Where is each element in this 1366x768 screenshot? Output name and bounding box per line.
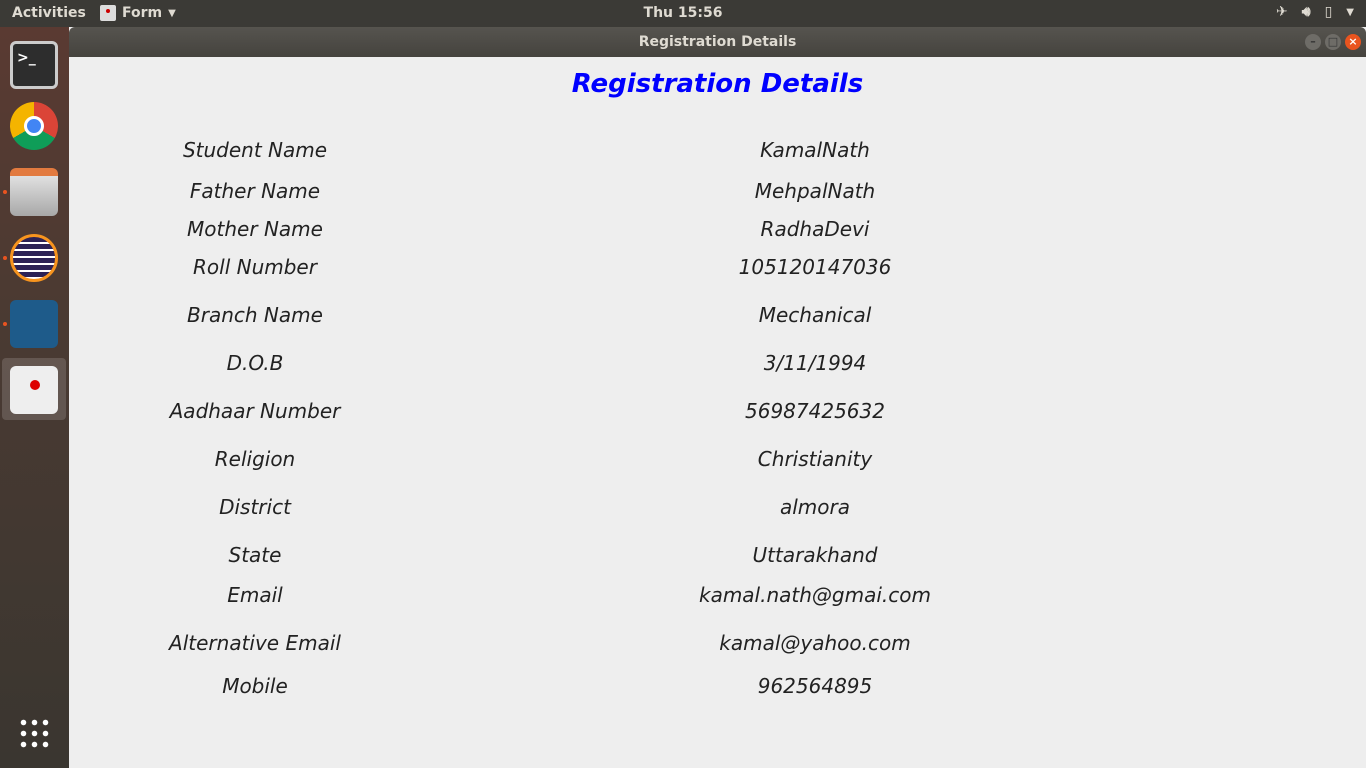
field-label: Student Name (182, 138, 328, 162)
field-label: Email (227, 583, 283, 607)
field-label: Alternative Email (169, 631, 341, 655)
terminal-icon[interactable]: >_ (10, 41, 58, 89)
field-value: 105120147036 (738, 255, 892, 279)
field-label: Mobile (222, 674, 288, 698)
battery-icon: ▯ (1324, 4, 1333, 20)
java-app-icon (100, 5, 116, 21)
minimize-button[interactable]: – (1305, 34, 1321, 50)
field-label: Branch Name (187, 303, 323, 327)
field-value: kamal.nath@gmai.com (698, 583, 931, 607)
field-label: D.O.B (226, 351, 284, 375)
field-value: 56987425632 (745, 399, 885, 423)
java-form-icon[interactable] (10, 366, 58, 414)
close-button[interactable]: × (1345, 34, 1361, 50)
apps-grid-icon[interactable] (18, 717, 50, 749)
field-label: Roll Number (193, 255, 317, 279)
field-label: Religion (214, 447, 296, 471)
dropdown-icon: ▼ (1346, 7, 1354, 18)
activities-button[interactable]: Activities (12, 5, 86, 21)
mysql-workbench-icon[interactable] (10, 300, 58, 348)
field-label: District (219, 495, 291, 519)
field-value: almora (779, 495, 850, 519)
field-value: RadhaDevi (760, 217, 870, 241)
field-value: MehpalNath (754, 179, 876, 203)
form-title: Registration Details (571, 69, 864, 99)
field-value: kamal@yahoo.com (719, 631, 911, 655)
window-titlebar[interactable]: Registration Details – □ × (69, 27, 1366, 57)
registration-window: Registration Details – □ × Registration … (69, 27, 1366, 768)
field-label: State (228, 543, 282, 567)
field-value: Mechanical (758, 303, 872, 327)
clock[interactable]: Thu 15:56 (0, 5, 1366, 21)
maximize-button[interactable]: □ (1325, 34, 1341, 50)
field-label: Aadhaar Number (169, 399, 341, 423)
top-bar: Activities Form ▼ Thu 15:56 ✈ 🔊︎ ▯ ▼ (0, 0, 1366, 27)
field-value: 962564895 (757, 674, 873, 698)
field-label: Father Name (189, 179, 321, 203)
field-value: KamalNath (760, 138, 870, 162)
airplane-icon: ✈ (1276, 4, 1288, 20)
eclipse-icon[interactable] (10, 234, 58, 282)
field-value: Uttarakhand (752, 543, 878, 567)
field-value: Christianity (757, 447, 873, 471)
app-menu-label: Form (122, 5, 163, 21)
volume-icon: 🔊︎ (1301, 4, 1311, 20)
field-label: Mother Name (187, 217, 323, 241)
system-tray[interactable]: ✈ 🔊︎ ▯ ▼ (1276, 4, 1354, 20)
field-value: 3/11/1994 (763, 351, 867, 375)
chevron-down-icon: ▼ (168, 7, 176, 19)
chrome-icon[interactable] (10, 102, 58, 150)
window-title: Registration Details (638, 34, 797, 50)
files-icon[interactable] (10, 168, 58, 216)
app-menu[interactable]: Form ▼ (100, 5, 176, 21)
